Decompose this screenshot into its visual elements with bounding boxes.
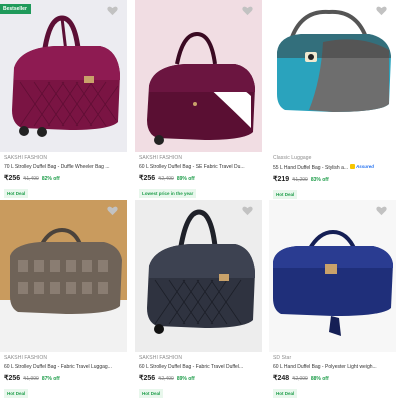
product-discount: 82% off: [41, 176, 60, 182]
product-price: ₹219: [273, 176, 290, 183]
price-row: ₹256 ₹1,999 87% off: [4, 374, 127, 382]
product-image[interactable]: Bestseller: [0, 0, 127, 152]
product-discount: 89% off: [176, 376, 195, 382]
product-mrp: ₹2,499: [158, 376, 174, 382]
price-row: ₹256 ₹1,499 82% off: [4, 174, 127, 182]
product-brand: SAKSHI FASHION: [139, 155, 183, 161]
grey-quilted-duffel-bag-image: [0, 200, 127, 352]
maroon-duffel-bag-image: [135, 0, 262, 152]
deal-tag: Hot Deal: [4, 189, 29, 198]
product-title[interactable]: 70 L Strolley Duffel Bag - Duffle Wheele…: [4, 164, 122, 170]
black-quilted-duffel-bag-image: [135, 200, 262, 352]
assured-icon: [350, 164, 356, 169]
wishlist-heart-icon[interactable]: [376, 6, 387, 16]
purple-quilted-duffel-bag-image: [0, 0, 127, 152]
navy-blue-duffel-bag-image: [269, 200, 396, 352]
product-image[interactable]: [135, 0, 262, 152]
product-mrp: ₹2,499: [158, 176, 174, 182]
product-title-text: 55 L Hand Duffel Bag - Stylish a...: [273, 165, 349, 171]
price-row: ₹248 ₹2,099 88% off: [273, 374, 396, 382]
product-image[interactable]: [0, 200, 127, 352]
product-card[interactable]: SD Star 60 L Hand Duffel Bag - Polyester…: [269, 200, 396, 398]
deal-tag: Hot Deal: [4, 389, 29, 398]
product-mrp: ₹1,999: [23, 376, 39, 382]
product-discount: 87% off: [41, 376, 60, 382]
product-discount: 89% off: [176, 176, 195, 182]
wishlist-heart-icon[interactable]: [107, 6, 118, 16]
product-price: ₹248: [273, 375, 290, 382]
product-image[interactable]: [269, 0, 396, 152]
product-mrp: ₹1,499: [23, 176, 39, 182]
product-title[interactable]: 60 L Strolley Duffel Bag - SE Fabric Tra…: [139, 164, 257, 170]
product-brand: SAKSHI FASHION: [4, 355, 48, 361]
product-brand: SAKSHI FASHION: [139, 355, 183, 361]
wishlist-heart-icon[interactable]: [107, 206, 118, 216]
product-discount: 83% off: [310, 177, 329, 183]
product-title[interactable]: 60 L Strolley Duffel Bag - Fabric Travel…: [139, 364, 257, 370]
product-image[interactable]: [269, 200, 396, 352]
bestseller-badge: Bestseller: [0, 4, 31, 14]
assured-label: Assured: [356, 164, 375, 169]
deal-tag: Hot Deal: [273, 389, 298, 398]
deal-tag: Lowest price in the year: [139, 189, 197, 198]
product-card[interactable]: SAKSHI FASHION 60 L Strolley Duffel Bag …: [0, 200, 127, 398]
wishlist-heart-icon[interactable]: [376, 206, 387, 216]
deal-tag: Hot Deal: [139, 389, 164, 398]
price-row: ₹256 ₹2,499 89% off: [139, 374, 262, 382]
product-discount: 88% off: [310, 376, 329, 382]
wishlist-heart-icon[interactable]: [242, 206, 253, 216]
product-price: ₹256: [4, 175, 21, 182]
product-title[interactable]: 55 L Hand Duffel Bag - Stylish a... Assur…: [273, 164, 391, 171]
product-title[interactable]: 60 L Strolley Duffel Bag - Fabric Travel…: [4, 364, 122, 370]
product-price: ₹256: [139, 175, 156, 182]
product-title[interactable]: 60 L Hand Duffel Bag - Polyester Light w…: [273, 364, 391, 370]
product-mrp: ₹2,099: [292, 376, 308, 382]
product-price: ₹256: [4, 375, 21, 382]
product-mrp: ₹1,299: [292, 177, 308, 183]
product-card[interactable]: SAKSHI FASHION 60 L Strolley Duffel Bag …: [135, 0, 262, 200]
deal-tag: Hot Deal: [273, 190, 298, 199]
product-card[interactable]: SAKSHI FASHION 60 L Strolley Duffel Bag …: [135, 200, 262, 398]
assured-badge: Assured: [350, 164, 374, 169]
wishlist-heart-icon[interactable]: [242, 6, 253, 16]
product-brand: SD Star: [273, 355, 292, 361]
product-brand: Classic Luggage: [273, 155, 312, 161]
price-row: ₹256 ₹2,499 89% off: [139, 174, 262, 182]
product-image[interactable]: [135, 200, 262, 352]
product-grid: Bestseller SAKSHI FASHION 70 L Strolley …: [0, 0, 400, 398]
product-brand: SAKSHI FASHION: [4, 155, 48, 161]
price-row: ₹219 ₹1,299 83% off: [273, 175, 396, 183]
product-price: ₹256: [139, 375, 156, 382]
product-card[interactable]: Bestseller SAKSHI FASHION 70 L Strolley …: [0, 0, 127, 200]
teal-grey-duffel-bag-image: [269, 0, 396, 152]
product-card[interactable]: Classic Luggage 55 L Hand Duffel Bag - S…: [269, 0, 396, 201]
